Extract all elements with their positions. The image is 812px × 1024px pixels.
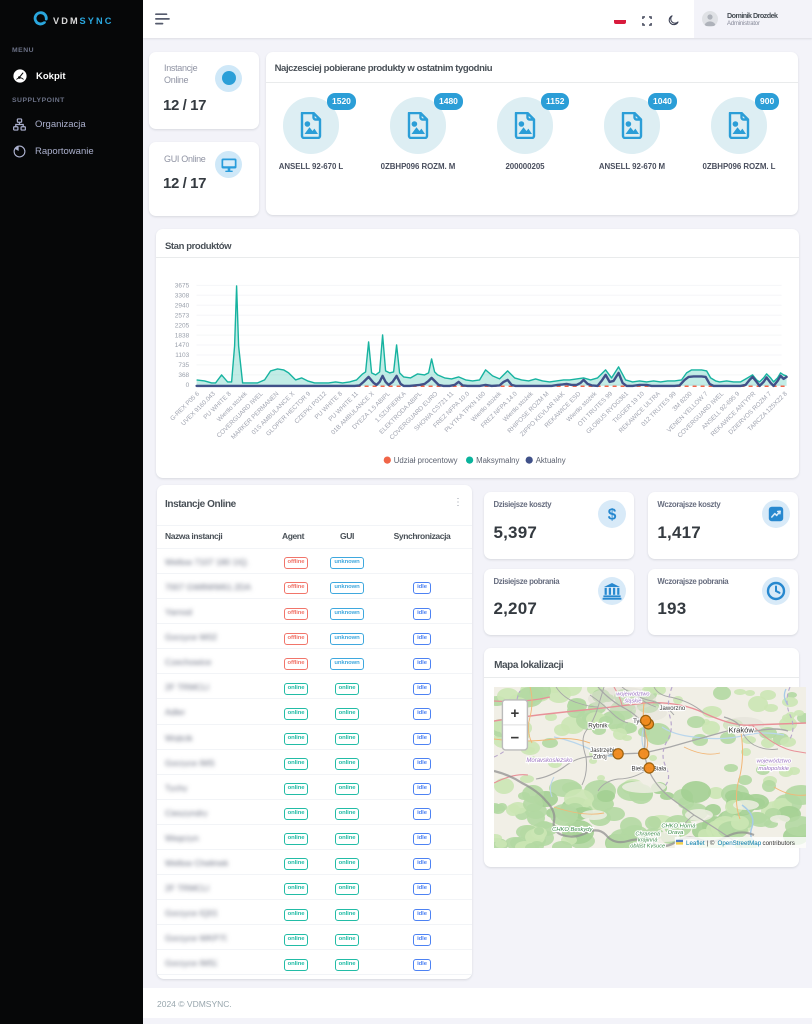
svg-text:małopolskie: małopolskie — [758, 766, 789, 772]
svg-text:735: 735 — [179, 362, 190, 369]
svg-text:oblast Kysuce: oblast Kysuce — [630, 843, 665, 848]
svg-text:Udział procentowy: Udział procentowy — [394, 456, 458, 465]
svg-text:−: − — [511, 729, 520, 746]
svg-text:+: + — [511, 705, 520, 722]
svg-text:contributors: contributors — [763, 839, 795, 846]
svg-text:1838: 1838 — [175, 333, 190, 340]
svg-text:2940: 2940 — [175, 303, 190, 310]
svg-text:OpenStreetMap: OpenStreetMap — [718, 839, 762, 846]
svg-text:$: $ — [607, 507, 616, 524]
svg-text:Kraków: Kraków — [729, 725, 755, 734]
svg-text:śląskie: śląskie — [624, 698, 641, 704]
svg-text:Rybnik: Rybnik — [588, 722, 608, 729]
svg-text:2205: 2205 — [175, 323, 190, 330]
svg-text:Zdrój: Zdrój — [593, 754, 607, 760]
svg-text:0: 0 — [186, 382, 190, 389]
svg-text:VDM: VDM — [53, 16, 80, 26]
svg-text:3675: 3675 — [175, 283, 190, 290]
svg-text:1103: 1103 — [176, 353, 190, 360]
svg-text:2573: 2573 — [175, 313, 190, 320]
svg-text:Orava: Orava — [668, 830, 685, 836]
svg-text:1470: 1470 — [175, 343, 190, 350]
svg-text:województwo: województwo — [757, 758, 792, 764]
svg-text:CHKO Horná: CHKO Horná — [661, 823, 696, 829]
svg-text:Maksymalny: Maksymalny — [476, 456, 519, 465]
svg-text:Moravskoslezsko: Moravskoslezsko — [526, 758, 573, 764]
svg-text:368: 368 — [179, 372, 190, 379]
svg-text:Aktualny: Aktualny — [536, 456, 566, 465]
svg-text:województwo: województwo — [616, 691, 649, 697]
svg-text:| ©: | © — [707, 839, 715, 846]
svg-text:Jaworzno: Jaworzno — [660, 706, 686, 712]
svg-text:CHKO Beskydy: CHKO Beskydy — [552, 827, 593, 833]
svg-text:Leaflet: Leaflet — [686, 839, 705, 846]
svg-text:SYNC: SYNC — [80, 16, 114, 26]
svg-text:3308: 3308 — [175, 293, 190, 300]
